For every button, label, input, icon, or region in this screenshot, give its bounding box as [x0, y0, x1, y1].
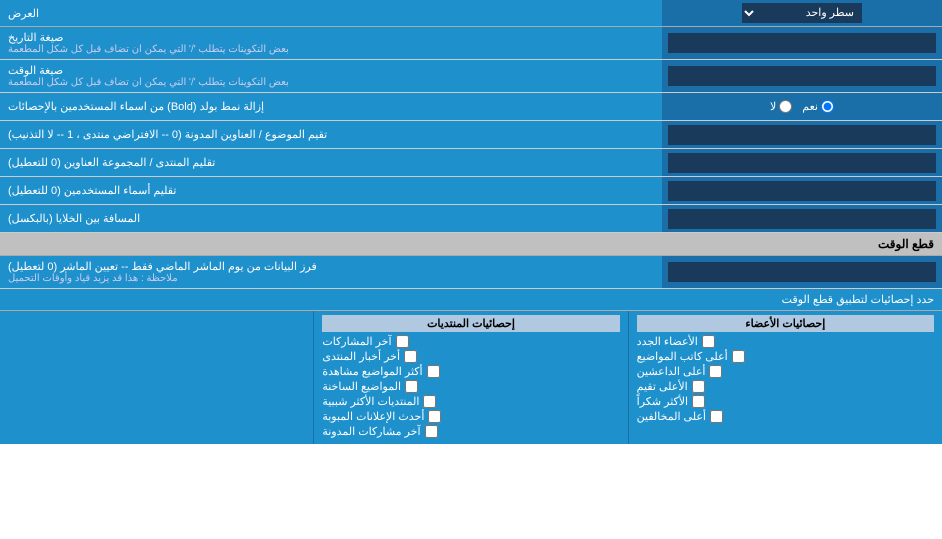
forum-news-label: أخر أخبار المنتدى [322, 350, 400, 363]
cell-spacing-input-wrap: 2 [662, 205, 942, 232]
radio-yes-label[interactable]: نعم [802, 100, 834, 113]
new-members-label: الأعضاء الجدد [637, 335, 698, 348]
top-rated-label: الأعلى تقيم [637, 380, 688, 393]
cell-spacing-input[interactable]: 2 [668, 209, 936, 229]
cell-spacing-label: المسافة بين الخلايا (بالبكسل) [0, 205, 662, 232]
hot-topics-label: المواضيع الساخنة [322, 380, 401, 393]
checkbox-last-posts: آخر المشاركات [322, 335, 619, 348]
top-writers-checkbox[interactable] [732, 350, 745, 363]
time-filter-input-wrap: 0 [662, 256, 942, 288]
most-viewed-label: أكثر المواضيع مشاهدة [322, 365, 422, 378]
forum-align-input[interactable]: 33 [668, 153, 936, 173]
date-format-row: صيغة التاريخ بعض التكوينات يتطلب '/' الت… [0, 27, 942, 60]
checkbox-forum-news: أخر أخبار المنتدى [322, 350, 619, 363]
username-trim-input-wrap: 0 [662, 177, 942, 204]
radio-no[interactable] [779, 100, 792, 113]
time-filter-label: فرز البيانات من يوم الماشر الماضي فقط --… [0, 256, 662, 288]
radio-yes[interactable] [821, 100, 834, 113]
display-row: العرض سطر واحد سطرين ثلاثة أسطر [0, 0, 942, 27]
bold-removal-label: إزالة نمط بولد (Bold) من اسماء المستخدمي… [0, 93, 662, 120]
time-format-row: صيغة الوقت بعض التكوينات يتطلب '/' التي … [0, 60, 942, 93]
time-filter-row: فرز البيانات من يوم الماشر الماضي فقط --… [0, 256, 942, 289]
most-thankful-label: الأكثر شكراً [637, 395, 688, 408]
checkbox-top-violations: أعلى المخالفين [637, 410, 934, 423]
new-members-checkbox[interactable] [702, 335, 715, 348]
popular-forums-label: المنتديات الأكثر شببية [322, 395, 419, 408]
bold-removal-input-wrap: نعم لا [662, 93, 942, 120]
forum-align-row: تقليم المنتدى / المجموعة العناوين (0 للت… [0, 149, 942, 177]
blog-posts-label: آخر مشاركات المدونة [322, 425, 420, 438]
checkbox-popular-forums: المنتديات الأكثر شببية [322, 395, 619, 408]
username-trim-row: تقليم أسماء المستخدمين (0 للتعطيل) 0 [0, 177, 942, 205]
most-viewed-checkbox[interactable] [427, 365, 440, 378]
checkbox-blog-posts: آخر مشاركات المدونة [322, 425, 619, 438]
subject-align-input[interactable]: 33 [668, 125, 936, 145]
checkbox-top-posters: أعلى الداعشين [637, 365, 934, 378]
checkbox-top-rated: الأعلى تقيم [637, 380, 934, 393]
forum-align-label: تقليم المنتدى / المجموعة العناوين (0 للت… [0, 149, 662, 176]
most-thankful-checkbox[interactable] [692, 395, 705, 408]
checkbox-col-extra [0, 311, 314, 444]
blog-posts-checkbox[interactable] [425, 425, 438, 438]
last-posts-checkbox[interactable] [396, 335, 409, 348]
time-filter-input[interactable]: 0 [668, 262, 936, 282]
time-format-input[interactable]: H:i [668, 66, 936, 86]
top-violations-label: أعلى المخالفين [637, 410, 706, 423]
subject-align-label: تقيم الموضوع / العناوين المدونة (0 -- ال… [0, 121, 662, 148]
top-writers-label: أعلى كاتب المواضيع [637, 350, 728, 363]
forum-news-checkbox[interactable] [404, 350, 417, 363]
bold-removal-row: إزالة نمط بولد (Bold) من اسماء المستخدمي… [0, 93, 942, 121]
checkbox-hot-topics: المواضيع الساخنة [322, 380, 619, 393]
radio-no-label[interactable]: لا [770, 100, 792, 113]
checkboxes-grid: إحصائيات الأعضاء الأعضاء الجدد أعلى كاتب… [0, 311, 942, 444]
col-members-header: إحصائيات الأعضاء [637, 315, 934, 332]
classifieds-checkbox[interactable] [428, 410, 441, 423]
checkbox-col-members: إحصائيات الأعضاء الأعضاء الجدد أعلى كاتب… [629, 311, 942, 444]
top-rated-checkbox[interactable] [692, 380, 705, 393]
col-forums-header: إحصائيات المنتديات [322, 315, 619, 332]
username-trim-input[interactable]: 0 [668, 181, 936, 201]
checkbox-most-viewed: أكثر المواضيع مشاهدة [322, 365, 619, 378]
checkbox-most-thankful: الأكثر شكراً [637, 395, 934, 408]
display-label: العرض [0, 0, 662, 26]
date-format-label: صيغة التاريخ بعض التكوينات يتطلب '/' الت… [0, 27, 662, 59]
subject-align-row: تقيم الموضوع / العناوين المدونة (0 -- ال… [0, 121, 942, 149]
date-format-input-wrap: d-m [662, 27, 942, 59]
limit-row: حدد إحصائيات لتطبيق قطع الوقت [0, 289, 942, 311]
subject-align-input-wrap: 33 [662, 121, 942, 148]
classifieds-label: أحدث الإعلانات المبوبة [322, 410, 424, 423]
date-format-input[interactable]: d-m [668, 33, 936, 53]
display-input-wrap: سطر واحد سطرين ثلاثة أسطر [662, 0, 942, 26]
username-trim-label: تقليم أسماء المستخدمين (0 للتعطيل) [0, 177, 662, 204]
top-posters-checkbox[interactable] [709, 365, 722, 378]
checkbox-classifieds: أحدث الإعلانات المبوبة [322, 410, 619, 423]
time-section-header: قطع الوقت [0, 233, 942, 256]
forum-align-input-wrap: 33 [662, 149, 942, 176]
checkbox-new-members: الأعضاء الجدد [637, 335, 934, 348]
last-posts-label: آخر المشاركات [322, 335, 391, 348]
checkbox-col-forums: إحصائيات المنتديات آخر المشاركات أخر أخب… [314, 311, 628, 444]
time-format-label: صيغة الوقت بعض التكوينات يتطلب '/' التي … [0, 60, 662, 92]
display-select[interactable]: سطر واحد سطرين ثلاثة أسطر [742, 3, 862, 23]
top-violations-checkbox[interactable] [710, 410, 723, 423]
top-posters-label: أعلى الداعشين [637, 365, 706, 378]
time-format-input-wrap: H:i [662, 60, 942, 92]
cell-spacing-row: المسافة بين الخلايا (بالبكسل) 2 [0, 205, 942, 233]
hot-topics-checkbox[interactable] [405, 380, 418, 393]
checkbox-top-writers: أعلى كاتب المواضيع [637, 350, 934, 363]
main-container: العرض سطر واحد سطرين ثلاثة أسطر صيغة الت… [0, 0, 942, 444]
popular-forums-checkbox[interactable] [423, 395, 436, 408]
